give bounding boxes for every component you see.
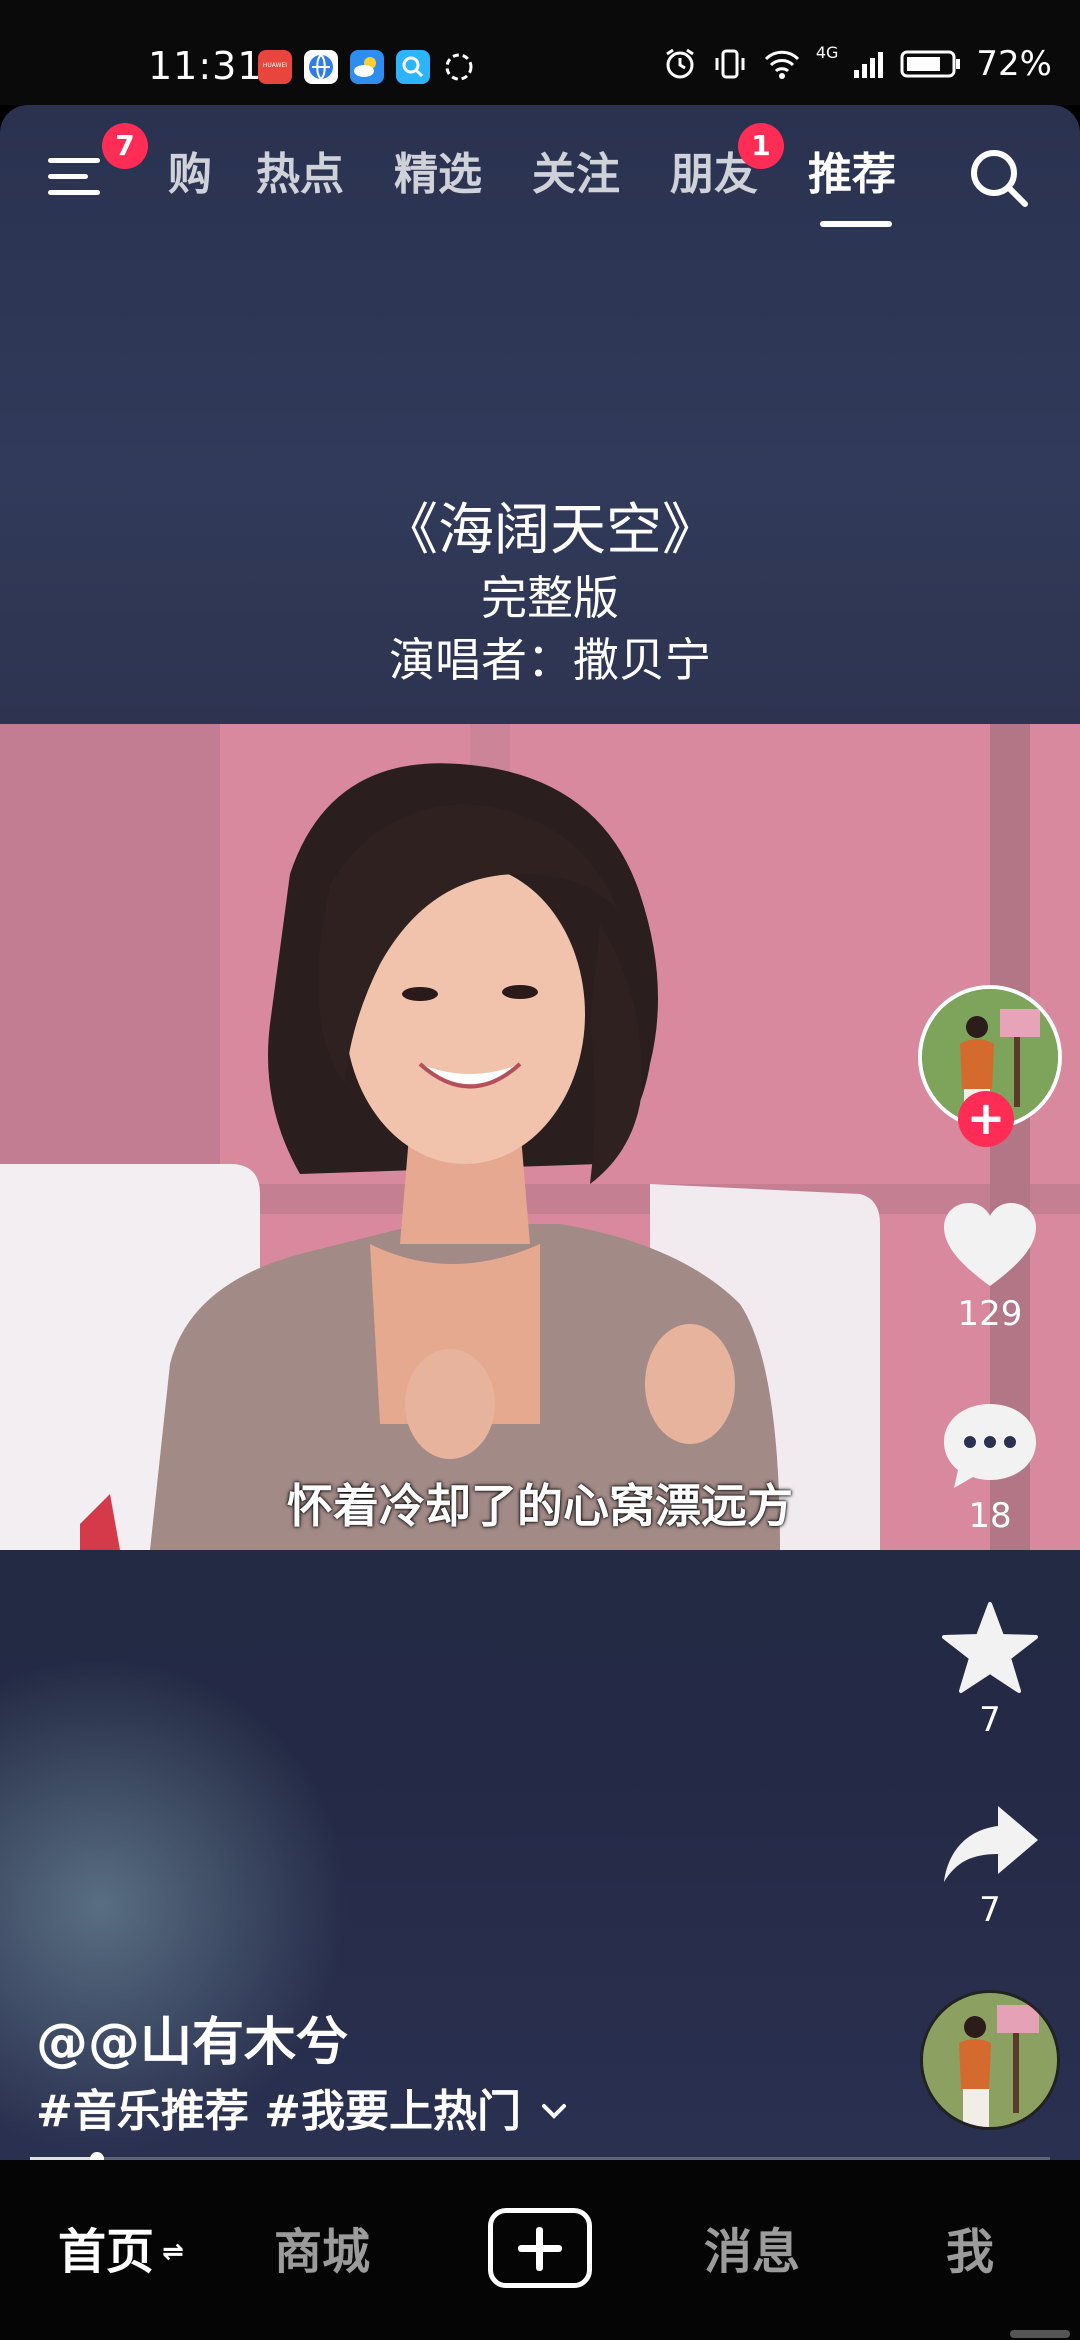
author-name[interactable]: @@山有木兮 [36,2000,348,2075]
music-disc[interactable] [920,1990,1060,2130]
friends-badge: 1 [738,123,784,169]
favorite-count: 7 [979,1700,1001,1740]
notification-icons: HUAWEI [258,50,476,84]
share-count: 7 [979,1890,1001,1930]
post-tags[interactable]: #音乐推荐 #我要上热门 [36,2075,571,2139]
menu-button[interactable] [48,150,108,200]
nav-mall[interactable]: 商城 [274,2212,370,2282]
version-label: 完整版 [481,571,619,625]
active-tab-indicator [820,221,892,227]
huawei-appgallery-icon: HUAWEI [258,50,292,84]
nav-me[interactable]: 我 [946,2212,994,2282]
create-post-button[interactable] [488,2208,592,2288]
share-icon [944,1806,1038,1882]
loading-circle-icon [442,50,476,84]
battery-level: 72% [976,44,1052,84]
heart-icon [944,1203,1036,1286]
tab-following[interactable]: 关注 [532,149,620,201]
search-icon[interactable] [966,145,1032,211]
huawei-icon-label: HUAWEI [262,62,288,69]
vibrate-icon [715,49,745,79]
singer-label: 演唱者：撒贝宁 [389,633,711,687]
follow-button[interactable]: + [958,1091,1014,1147]
refresh-icon: ⇌ [162,2237,184,2267]
like-action[interactable]: 129 [910,1200,1070,1334]
hashtags[interactable]: #音乐推荐 #我要上热门 [36,2075,521,2139]
music-cover-image [923,1993,1057,2127]
status-right: 4G 72% [662,42,1052,84]
menu-icon-line [48,158,100,163]
browser-icon [304,50,338,84]
network-label: 4G [815,42,839,62]
comment-count: 18 [968,1496,1012,1536]
weather-icon [350,50,384,84]
comment-action[interactable]: 18 [910,1400,1070,1536]
menu-badge: 7 [102,123,148,169]
nav-home[interactable]: 首页 ⇌ [58,2212,184,2282]
video-title-block: 《海阔天空》 完整版 演唱者：撒贝宁 [0,495,1080,691]
nav-home-label: 首页 [58,2224,155,2280]
like-count: 129 [957,1294,1023,1334]
share-action[interactable]: 7 [910,1800,1070,1930]
signal-icon [854,52,884,78]
top-nav: 7 购 热点 精选 关注 朋友 1 推荐 [0,105,1080,245]
battery-icon [900,50,961,78]
nav-messages[interactable]: 消息 [704,2212,800,2282]
wifi-icon [764,50,799,79]
tab-shop[interactable]: 购 [168,149,212,201]
menu-icon-line [48,190,100,195]
comment-icon [944,1404,1036,1488]
tab-hot[interactable]: 热点 [256,149,344,201]
favorite-action[interactable]: 7 [910,1600,1070,1740]
star-icon [942,1602,1038,1693]
tab-recommended[interactable]: 推荐 [808,149,896,201]
search-app-icon [396,50,430,84]
tab-featured[interactable]: 精选 [394,149,482,201]
menu-icon-line [48,174,88,179]
chevron-down-icon[interactable] [537,2094,571,2128]
alarm-icon [666,48,694,79]
status-bar: 11:31 HUAWEI 4G 72% [0,0,1080,105]
song-title: 《海阔天空》 [382,498,718,563]
home-indicator-icon [1010,2330,1070,2338]
status-time: 11:31 [148,44,263,88]
